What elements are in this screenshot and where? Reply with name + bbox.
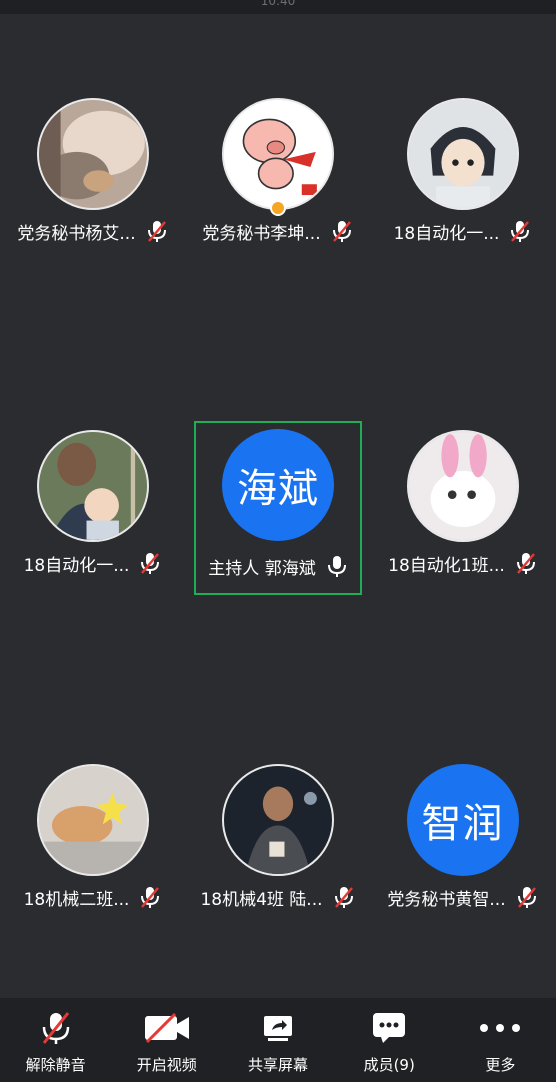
participant-tile-active-speaker[interactable]: 海斌 主持人 郭海斌	[194, 421, 362, 595]
meeting-toolbar: 解除静音 开启视频 共享屏幕 成员(9) 更多	[0, 998, 556, 1082]
participant-tile[interactable]: 智润 党务秘书黄智...	[370, 758, 555, 928]
members-button[interactable]: 成员(9)	[334, 998, 445, 1082]
mic-muted-icon	[139, 551, 161, 575]
participant-tile[interactable]: 18机械二班...	[0, 758, 185, 928]
status-bar: 10:40	[0, 0, 556, 14]
participant-name: 18自动化一...	[23, 555, 130, 576]
participant-name: 18自动化一...	[393, 223, 500, 244]
avatar: 海斌	[222, 429, 334, 541]
participant-name: 18机械4班 陆...	[200, 889, 323, 910]
video-off-icon	[142, 1010, 192, 1046]
start-video-label: 开启视频	[136, 1056, 197, 1074]
share-screen-icon	[253, 1010, 303, 1046]
members-label: 成员(9)	[363, 1056, 415, 1074]
more-dots-icon	[475, 1010, 525, 1046]
mic-muted-icon	[515, 551, 537, 575]
mic-muted-icon	[333, 885, 355, 909]
participant-tile[interactable]: 18机械4班 陆...	[185, 758, 370, 928]
participant-grid: 党务秘书杨艾... 党务秘书李坤... 18自动化一... 18自动化一... …	[0, 14, 556, 998]
mic-muted-icon	[146, 219, 168, 243]
mic-muted-icon	[516, 885, 538, 909]
unmute-label: 解除静音	[25, 1056, 86, 1074]
participant-name: 党务秘书杨艾...	[17, 223, 136, 244]
mic-muted-icon	[509, 219, 531, 243]
share-screen-label: 共享屏幕	[248, 1056, 309, 1074]
participant-tile[interactable]: 18自动化一...	[0, 424, 185, 594]
participant-name: 党务秘书李坤...	[202, 223, 321, 244]
participant-name: 18自动化1班...	[388, 555, 505, 576]
avatar	[406, 98, 519, 210]
participant-tile[interactable]: 18自动化1班...	[370, 424, 555, 594]
more-label: 更多	[485, 1056, 516, 1074]
participant-name: 党务秘书黄智...	[387, 889, 506, 910]
unmute-button[interactable]: 解除静音	[0, 998, 111, 1082]
participant-name: 主持人 郭海斌	[208, 558, 316, 579]
participant-tile[interactable]: 18自动化一...	[370, 92, 555, 262]
avatar	[221, 98, 334, 210]
avatar	[36, 430, 149, 542]
participant-name: 18机械二班...	[23, 889, 130, 910]
avatar	[36, 98, 149, 210]
mic-muted-icon	[31, 1010, 81, 1046]
participant-tile[interactable]: 党务秘书杨艾...	[0, 92, 185, 262]
mic-icon	[326, 554, 348, 578]
share-screen-button[interactable]: 共享屏幕	[222, 998, 333, 1082]
start-video-button[interactable]: 开启视频	[111, 998, 222, 1082]
status-time: 10:40	[260, 0, 296, 8]
host-badge-icon	[269, 200, 286, 216]
mic-muted-icon	[331, 219, 353, 243]
more-button[interactable]: 更多	[445, 998, 556, 1082]
avatar	[221, 764, 334, 876]
chat-members-icon	[364, 1010, 414, 1046]
mic-muted-icon	[139, 885, 161, 909]
avatar	[406, 430, 519, 542]
avatar	[36, 764, 149, 876]
participant-tile[interactable]: 党务秘书李坤...	[185, 92, 370, 262]
avatar: 智润	[406, 764, 519, 876]
